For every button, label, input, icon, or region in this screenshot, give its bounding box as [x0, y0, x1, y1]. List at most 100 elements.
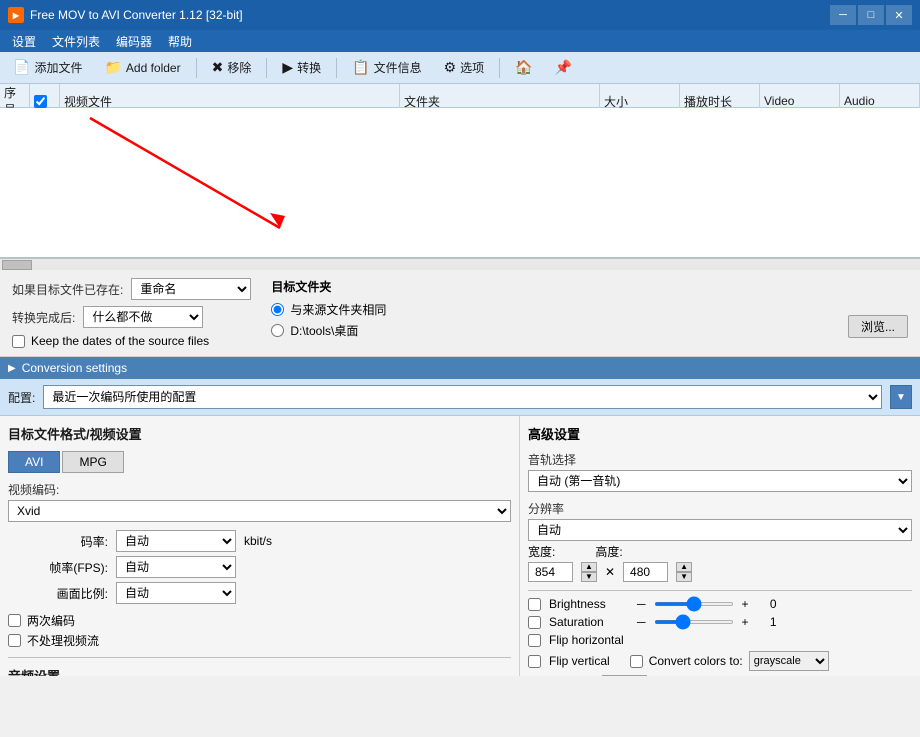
- no-video-checkbox[interactable]: [8, 634, 21, 647]
- fps-select[interactable]: 自动: [116, 556, 236, 578]
- add-folder-button[interactable]: 📁 Add folder: [95, 55, 189, 80]
- toolbar: 📄 添加文件 📁 Add folder ✖ 移除 ▶ 转换 📋 文件信息 ⚙ 选…: [0, 52, 920, 84]
- height-spin-down[interactable]: ▼: [676, 572, 692, 582]
- dest-left: 如果目标文件已存在: 重命名 转换完成后: 什么都不做 Keep the dat…: [12, 278, 251, 348]
- close-button[interactable]: ✕: [886, 5, 912, 25]
- after-convert-select[interactable]: 什么都不做: [83, 306, 203, 328]
- menu-help[interactable]: 帮助: [160, 31, 200, 52]
- add-file-button[interactable]: 📄 添加文件: [4, 55, 91, 80]
- ratio-select[interactable]: 自动: [116, 582, 236, 604]
- right-panel: 高级设置 音轨选择 自动 (第一音轨) 分辨率 自动 宽度: 高度:: [520, 416, 920, 676]
- two-pass-row: 两次编码: [8, 612, 511, 629]
- left-panel-title: 目标文件格式/视频设置: [8, 424, 511, 443]
- video-params-grid: 码率: 自动 kbit/s 帧率(FPS): 自动 画面比例: 自动: [8, 530, 511, 604]
- dest-right: 目标文件夹 与来源文件夹相同 D:\tools\桌面 浏览...: [271, 278, 908, 348]
- config-arrow[interactable]: ▼: [890, 385, 912, 409]
- keep-dates-row: Keep the dates of the source files: [12, 334, 251, 348]
- maximize-button[interactable]: □: [858, 5, 884, 25]
- resolution-label: 分辨率: [528, 500, 912, 517]
- flip-v-convert-row: Flip vertical Convert colors to: graysca…: [528, 651, 912, 671]
- bitrate-select[interactable]: 自动: [116, 530, 236, 552]
- options-button[interactable]: ⚙ 选项: [435, 55, 494, 80]
- brightness-checkbox[interactable]: [528, 598, 541, 611]
- adv-title: 高级设置: [528, 424, 912, 443]
- menu-filelist[interactable]: 文件列表: [44, 31, 108, 52]
- bitrate-unit: kbit/s: [244, 534, 304, 548]
- home-button[interactable]: 🏠: [506, 55, 541, 80]
- width-spin-down[interactable]: ▼: [581, 572, 597, 582]
- height-input[interactable]: [623, 562, 668, 582]
- remove-icon: ✖: [212, 59, 224, 76]
- convert-colors-checkbox[interactable]: [630, 655, 643, 668]
- brightness-label: Brightness: [549, 597, 629, 611]
- file-info-button[interactable]: 📋 文件信息: [343, 55, 430, 80]
- dest-settings: 如果目标文件已存在: 重命名 转换完成后: 什么都不做 Keep the dat…: [0, 270, 920, 357]
- app-icon: ▶: [8, 7, 24, 23]
- toolbar-sep-2: [266, 58, 267, 78]
- flip-v-label: Flip vertical: [549, 654, 610, 668]
- h-scrollbar[interactable]: [0, 258, 920, 270]
- video-encoder-select[interactable]: Xvid: [8, 500, 511, 522]
- convert-colors-label: Convert colors to:: [649, 654, 743, 668]
- track-row: 音轨选择 自动 (第一音轨): [528, 451, 912, 492]
- tab-avi[interactable]: AVI: [8, 451, 60, 473]
- saturation-row: Saturation ─ + 1: [528, 615, 912, 629]
- no-video-label: 不处理视频流: [27, 632, 99, 649]
- config-label: 配置:: [8, 389, 35, 406]
- custom-folder-radio[interactable]: [271, 324, 284, 337]
- brightness-slider[interactable]: [654, 602, 734, 606]
- flip-h-checkbox[interactable]: [528, 634, 541, 647]
- same-folder-radio-label[interactable]: 与来源文件夹相同: [271, 301, 908, 318]
- custom-folder-label: D:\tools\桌面: [290, 322, 358, 339]
- title-bar: ▶ Free MOV to AVI Converter 1.12 [32-bit…: [0, 0, 920, 30]
- resolution-select[interactable]: 自动: [528, 519, 912, 541]
- flip-v-checkbox[interactable]: [528, 655, 541, 668]
- toolbar-sep-3: [336, 58, 337, 78]
- grayscale-select[interactable]: grayscale: [749, 651, 829, 671]
- main-wrapper: 序号 视频文件 文件夹 大小 播放时长 Video Audio 如果目标文件已存…: [0, 84, 920, 737]
- effects-divider: [528, 590, 912, 591]
- height-label: 高度:: [595, 543, 622, 560]
- config-select[interactable]: 最近一次编码所使用的配置: [43, 385, 882, 409]
- minimize-button[interactable]: ─: [830, 5, 856, 25]
- browse-button[interactable]: 浏览...: [848, 315, 908, 338]
- width-spin-up[interactable]: ▲: [581, 562, 597, 572]
- dest-folder-radios: 与来源文件夹相同 D:\tools\桌面: [271, 301, 908, 339]
- saturation-label: Saturation: [549, 615, 629, 629]
- menu-settings[interactable]: 设置: [4, 31, 44, 52]
- width-input[interactable]: [528, 562, 573, 582]
- menu-encoder[interactable]: 编码器: [108, 31, 160, 52]
- minus-icon-brightness: ─: [637, 597, 646, 611]
- if-exists-label: 如果目标文件已存在:: [12, 281, 123, 298]
- height-spinner: ▲ ▼: [676, 562, 692, 582]
- times-symbol: ✕: [605, 565, 615, 579]
- two-pass-checkbox[interactable]: [8, 614, 21, 627]
- saturation-checkbox[interactable]: [528, 616, 541, 629]
- h-scrollbar-thumb[interactable]: [2, 260, 32, 270]
- rotation-select[interactable]: 15: [602, 675, 647, 676]
- custom-folder-radio-label[interactable]: D:\tools\桌面: [271, 322, 908, 339]
- track-select[interactable]: 自动 (第一音轨): [528, 470, 912, 492]
- convert-button[interactable]: ▶ 转换: [273, 55, 330, 80]
- add-folder-icon: 📁: [104, 59, 121, 76]
- if-exists-select[interactable]: 重命名: [131, 278, 251, 300]
- conv-section-title: Conversion settings: [22, 361, 127, 375]
- bitrate-label: 码率:: [8, 533, 108, 550]
- file-list-header: 序号 视频文件 文件夹 大小 播放时长 Video Audio: [0, 84, 920, 108]
- same-folder-radio[interactable]: [271, 303, 284, 316]
- pin-button[interactable]: 📌: [546, 55, 581, 80]
- conv-section-icon: ▶: [8, 363, 16, 374]
- select-all-checkbox[interactable]: [34, 95, 47, 108]
- file-list[interactable]: [0, 108, 920, 258]
- saturation-val: 1: [757, 615, 777, 629]
- tab-mpg[interactable]: MPG: [62, 451, 123, 473]
- keep-dates-checkbox[interactable]: [12, 335, 25, 348]
- saturation-slider[interactable]: [654, 620, 734, 624]
- menu-bar: 设置 文件列表 编码器 帮助: [0, 30, 920, 52]
- file-list-container: [0, 108, 920, 258]
- remove-button[interactable]: ✖ 移除: [203, 55, 261, 80]
- height-spin-up[interactable]: ▲: [676, 562, 692, 572]
- video-checks: 两次编码 不处理视频流: [8, 612, 511, 649]
- audio-section: 音频设置 音频编码: 自动 比特率: 自动 kbit/s Info 采样率:: [8, 666, 511, 676]
- home-icon: 🏠: [515, 59, 532, 76]
